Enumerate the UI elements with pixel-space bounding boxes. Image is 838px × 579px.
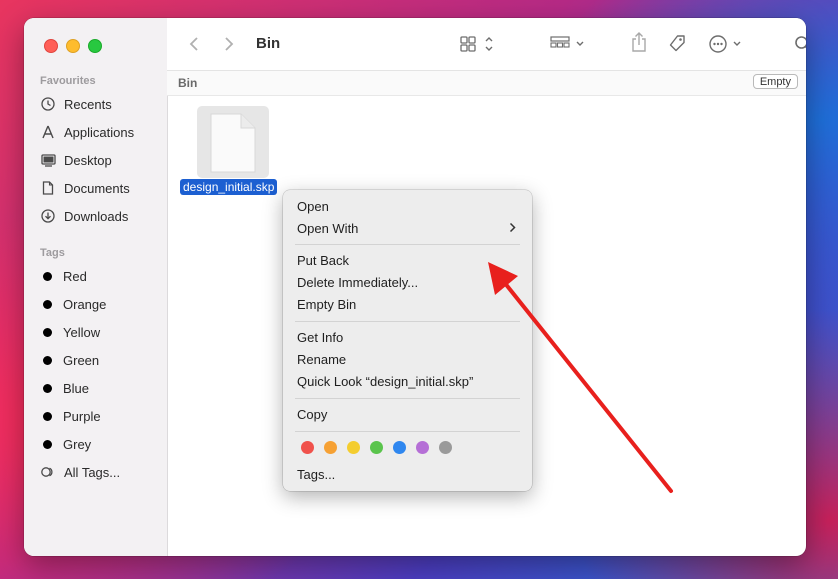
annotation-arrow-icon xyxy=(0,0,838,579)
